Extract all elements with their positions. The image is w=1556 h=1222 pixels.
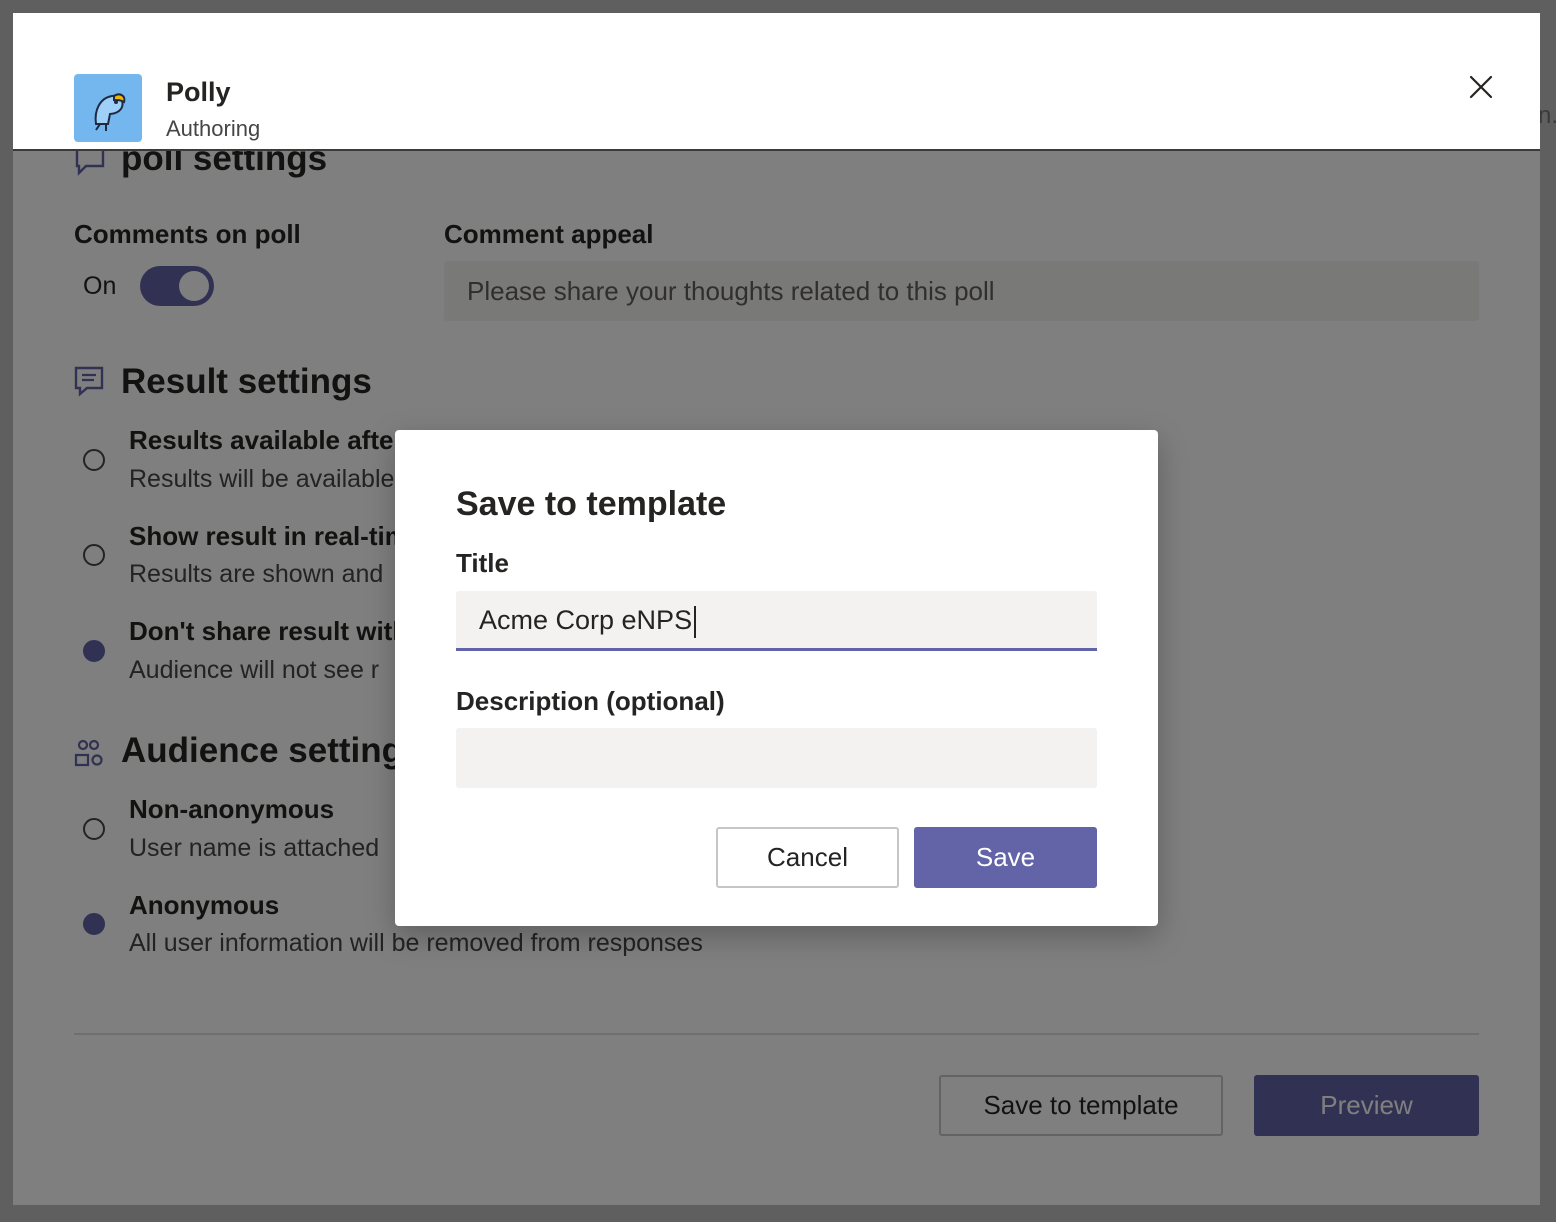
cancel-button[interactable]: Cancel xyxy=(716,827,899,888)
app-name: Polly xyxy=(166,77,231,107)
template-title-value: Acme Corp eNPS xyxy=(479,605,693,635)
save-button[interactable]: Save xyxy=(914,827,1097,888)
template-title-input[interactable]: Acme Corp eNPS xyxy=(456,591,1097,651)
description-label: Description (optional) xyxy=(456,686,725,716)
app-subtitle: Authoring xyxy=(166,116,261,141)
modal-title: Save to template xyxy=(456,485,727,523)
background-edge-text: n. xyxy=(1538,102,1556,129)
parrot-icon xyxy=(74,74,142,142)
title-label: Title xyxy=(456,548,509,578)
template-description-input[interactable] xyxy=(456,728,1097,788)
close-icon[interactable] xyxy=(1463,69,1499,105)
text-caret xyxy=(694,605,697,638)
dialog-header: Polly Authoring xyxy=(13,13,1540,151)
save-to-template-modal: Save to template Title Acme Corp eNPS De… xyxy=(395,430,1158,926)
